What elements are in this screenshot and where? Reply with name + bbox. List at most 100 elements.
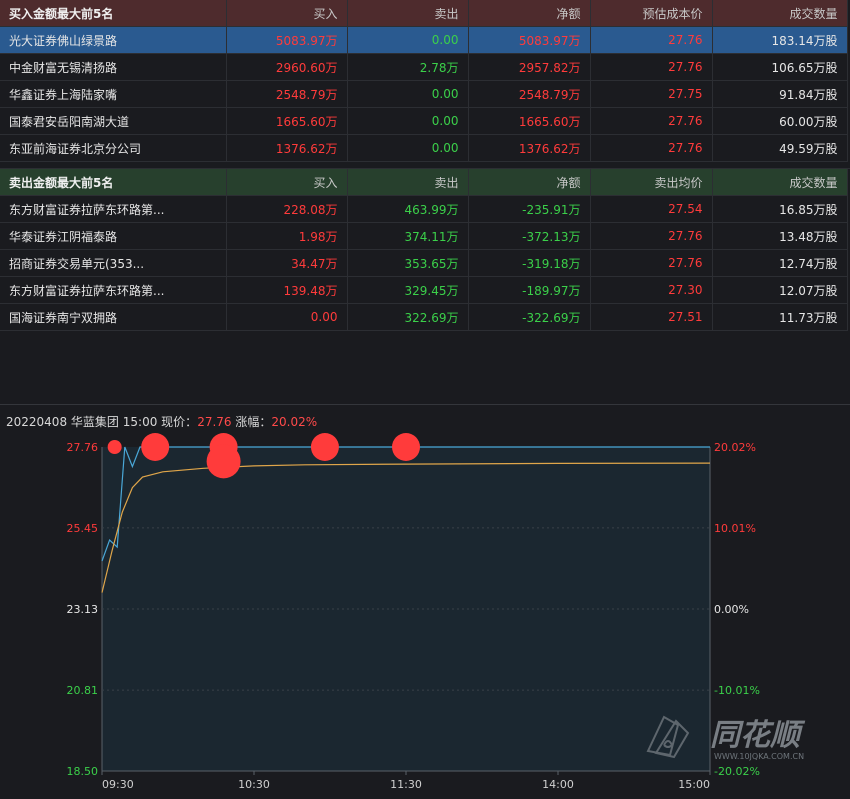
intraday-chart-panel: 20220408 华蓝集团 15:00 现价：27.76 涨幅：20.02% 2… xyxy=(0,404,850,799)
volume: 106.65万股 xyxy=(712,53,848,81)
x-tick-label: 10:30 xyxy=(238,778,270,791)
header-name[interactable]: 卖出金额最大前5名 xyxy=(0,169,227,196)
header-price[interactable]: 卖出均价 xyxy=(590,169,713,196)
table-row[interactable]: 国海证券南宁双拥路 0.00 322.69万 -322.69万 27.51 11.73万股 xyxy=(0,303,848,331)
avg-price: 27.75 xyxy=(590,80,713,108)
trade-marker[interactable] xyxy=(107,440,122,454)
net-amount: 1665.60万 xyxy=(468,107,591,135)
volume: 13.48万股 xyxy=(712,222,848,250)
y-tick-label: 23.13 xyxy=(67,603,99,616)
sell-amount: 0.00 xyxy=(347,26,469,54)
table-row[interactable]: 东方财富证券拉萨东环路第... 139.48万 329.45万 -189.97万 27.… xyxy=(0,276,848,304)
buy-amount: 1.98万 xyxy=(226,222,348,250)
sell-amount: 322.69万 xyxy=(347,303,469,331)
header-buy[interactable]: 买入 xyxy=(226,169,348,196)
volume: 12.07万股 xyxy=(712,276,848,304)
header-sell[interactable]: 卖出 xyxy=(347,169,469,196)
header-price[interactable]: 预估成本价 xyxy=(590,0,713,27)
table-row[interactable]: 招商证券交易单元(353... 34.47万 353.65万 -319.18万 27.7… xyxy=(0,249,848,277)
seat-name: 东方财富证券拉萨东环路第... xyxy=(0,276,227,304)
sell-amount: 0.00 xyxy=(347,134,469,162)
sell-amount: 463.99万 xyxy=(347,195,469,223)
avg-price: 27.30 xyxy=(590,276,713,304)
buy-table-header: 买入金额最大前5名 买入 卖出 净额 预估成本价 成交数量 xyxy=(0,0,848,27)
avg-price: 27.76 xyxy=(590,249,713,277)
y-right-tick-label: 10.01% xyxy=(714,522,756,535)
volume: 11.73万股 xyxy=(712,303,848,331)
seat-name: 东亚前海证券北京分公司 xyxy=(0,134,227,162)
net-amount: -322.69万 xyxy=(468,303,591,331)
trade-marker[interactable] xyxy=(392,433,420,461)
buy-amount: 228.08万 xyxy=(226,195,348,223)
header-net[interactable]: 净额 xyxy=(468,169,591,196)
x-tick-label: 15:00 xyxy=(678,778,710,791)
table-row[interactable]: 华鑫证券上海陆家嘴 2548.79万 0.00 2548.79万 27.75 91.84万… xyxy=(0,80,848,108)
watermark-logo: 同花顺 WWW.10JQKA.COM.CN xyxy=(646,715,806,761)
avg-price: 27.51 xyxy=(590,303,713,331)
y-right-tick-label: 0.00% xyxy=(714,603,749,616)
buy-amount: 2548.79万 xyxy=(226,80,348,108)
header-name[interactable]: 买入金额最大前5名 xyxy=(0,0,227,27)
fan-icon xyxy=(646,715,690,759)
volume: 91.84万股 xyxy=(712,80,848,108)
avg-price: 27.76 xyxy=(590,107,713,135)
seat-name: 中金财富无锡清扬路 xyxy=(0,53,227,81)
watermark-text: 同花顺 xyxy=(710,718,806,753)
net-amount: 2957.82万 xyxy=(468,53,591,81)
table-row[interactable]: 中金财富无锡清扬路 2960.60万 2.78万 2957.82万 27.76 106.6… xyxy=(0,53,848,81)
sell-amount: 2.78万 xyxy=(347,53,469,81)
buy-amount: 34.47万 xyxy=(226,249,348,277)
buy-amount: 5083.97万 xyxy=(226,26,348,54)
seat-name: 招商证券交易单元(353... xyxy=(0,249,227,277)
sell-top5-table: 卖出金额最大前5名 买入 卖出 净额 卖出均价 成交数量 东方财富证券拉萨东环路… xyxy=(0,169,848,331)
seat-name: 华泰证券江阴福泰路 xyxy=(0,222,227,250)
volume: 12.74万股 xyxy=(712,249,848,277)
seat-name: 光大证券佛山绿景路 xyxy=(0,26,227,54)
y-right-tick-label: 20.02% xyxy=(714,441,756,454)
buy-amount: 0.00 xyxy=(226,303,348,331)
seat-name: 东方财富证券拉萨东环路第... xyxy=(0,195,227,223)
header-volume[interactable]: 成交数量 xyxy=(712,169,848,196)
table-row[interactable]: 华泰证券江阴福泰路 1.98万 374.11万 -372.13万 27.76 13.48万… xyxy=(0,222,848,250)
y-tick-label: 20.81 xyxy=(67,684,99,697)
y-right-tick-label: -10.01% xyxy=(714,684,760,697)
y-right-tick-label: -20.02% xyxy=(714,765,760,778)
avg-price: 27.76 xyxy=(590,26,713,54)
net-amount: -235.91万 xyxy=(468,195,591,223)
buy-amount: 2960.60万 xyxy=(226,53,348,81)
trade-marker[interactable] xyxy=(310,433,339,461)
header-volume[interactable]: 成交数量 xyxy=(712,0,848,27)
trade-marker[interactable] xyxy=(141,433,170,461)
net-amount: 1376.62万 xyxy=(468,134,591,162)
avg-price: 27.76 xyxy=(590,222,713,250)
trade-marker[interactable] xyxy=(206,444,241,479)
header-sell[interactable]: 卖出 xyxy=(347,0,469,27)
net-amount: -319.18万 xyxy=(468,249,591,277)
net-amount: 2548.79万 xyxy=(468,80,591,108)
table-row[interactable]: 东亚前海证券北京分公司 1376.62万 0.00 1376.62万 27.76 49.5… xyxy=(0,134,848,162)
x-tick-label: 14:00 xyxy=(542,778,574,791)
net-amount: -189.97万 xyxy=(468,276,591,304)
sell-amount: 374.11万 xyxy=(347,222,469,250)
volume: 60.00万股 xyxy=(712,107,848,135)
sell-amount: 329.45万 xyxy=(347,276,469,304)
header-net[interactable]: 净额 xyxy=(468,0,591,27)
table-row[interactable]: 东方财富证券拉萨东环路第... 228.08万 463.99万 -235.91万 27.… xyxy=(0,195,848,223)
table-row[interactable]: 光大证券佛山绿景路 5083.97万 0.00 5083.97万 27.76 183.14… xyxy=(0,26,848,54)
y-tick-label: 18.50 xyxy=(67,765,99,778)
volume: 16.85万股 xyxy=(712,195,848,223)
y-tick-label: 27.76 xyxy=(67,441,99,454)
volume: 183.14万股 xyxy=(712,26,848,54)
buy-amount: 1376.62万 xyxy=(226,134,348,162)
table-row[interactable]: 国泰君安岳阳南湖大道 1665.60万 0.00 1665.60万 27.76 60.00… xyxy=(0,107,848,135)
seat-name: 国海证券南宁双拥路 xyxy=(0,303,227,331)
header-buy[interactable]: 买入 xyxy=(226,0,348,27)
volume: 49.59万股 xyxy=(712,134,848,162)
sell-amount: 0.00 xyxy=(347,107,469,135)
sell-amount: 353.65万 xyxy=(347,249,469,277)
buy-top5-table: 买入金额最大前5名 买入 卖出 净额 预估成本价 成交数量 光大证券佛山绿景路 5… xyxy=(0,0,848,162)
avg-price: 27.76 xyxy=(590,53,713,81)
x-tick-label: 11:30 xyxy=(390,778,422,791)
watermark-url: WWW.10JQKA.COM.CN xyxy=(714,752,804,761)
net-amount: 5083.97万 xyxy=(468,26,591,54)
